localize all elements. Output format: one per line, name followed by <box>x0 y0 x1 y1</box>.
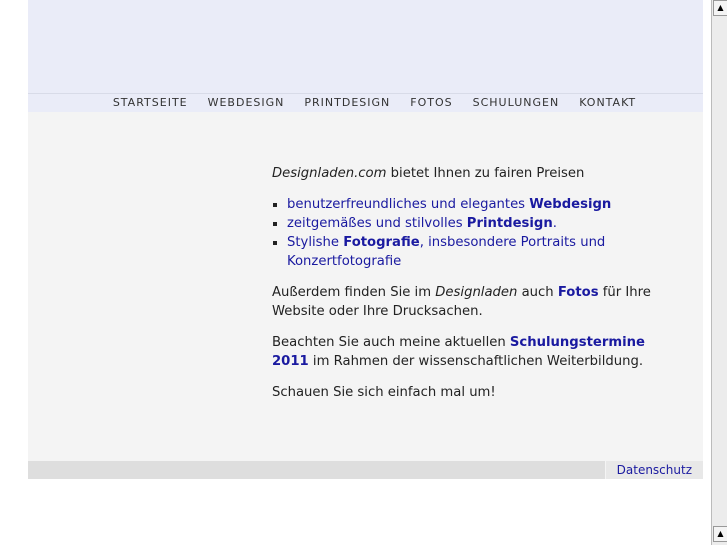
fotografie-link[interactable]: Stylishe Fotografie, insbesondere Portra… <box>287 235 605 269</box>
vertical-scrollbar[interactable]: ▲ ▲ <box>711 0 727 545</box>
intro-text: Designladen.com bietet Ihnen zu fairen P… <box>272 164 652 183</box>
webdesign-link[interactable]: benutzerfreundliches und elegantes Webde… <box>287 197 611 212</box>
nav-webdesign[interactable]: WEBDESIGN <box>208 94 285 112</box>
list-item: Stylishe Fotografie, insbesondere Portra… <box>287 233 652 271</box>
fotos-link[interactable]: Fotos <box>558 285 599 300</box>
closing-text: Schauen Sie sich einfach mal um! <box>272 385 496 400</box>
brand-name: Designladen.com <box>272 166 387 181</box>
list-item: benutzerfreundliches und elegantes Webde… <box>287 195 652 214</box>
nav-printdesign[interactable]: PRINTDESIGN <box>304 94 390 112</box>
fotos-paragraph: Außerdem finden Sie im Designladen auch … <box>272 285 651 319</box>
services-list: benutzerfreundliches und elegantes Webde… <box>272 195 652 271</box>
list-item: zeitgemäßes und stilvolles Printdesign. <box>287 214 652 233</box>
page: STARTSEITE WEBDESIGN PRINTDESIGN FOTOS SCHUL… <box>28 0 703 479</box>
main-content-area: Designladen.com bietet Ihnen zu fairen P… <box>28 112 703 461</box>
period: . <box>552 216 557 231</box>
intro-rest: bietet Ihnen zu fairen Preisen <box>386 166 585 181</box>
schulung-paragraph: Beachten Sie auch meine aktuellen Schulu… <box>272 335 645 369</box>
nav-fotos[interactable]: FOTOS <box>410 94 452 112</box>
nav-startseite[interactable]: STARTSEITE <box>113 94 188 112</box>
scroll-down-button[interactable]: ▲ <box>713 526 727 542</box>
scroll-up-button[interactable]: ▲ <box>713 0 727 16</box>
footer: Datenschutz <box>28 461 703 479</box>
nav-schulungen[interactable]: SCHULUNGEN <box>473 94 560 112</box>
main-navigation: STARTSEITE WEBDESIGN PRINTDESIGN FOTOS SCHUL… <box>28 94 703 112</box>
content: Designladen.com bietet Ihnen zu fairen P… <box>272 164 652 414</box>
nav-kontakt[interactable]: KONTAKT <box>579 94 636 112</box>
header-banner <box>28 0 703 94</box>
datenschutz-link[interactable]: Datenschutz <box>604 461 703 479</box>
printdesign-link[interactable]: zeitgemäßes und stilvolles Printdesign <box>287 216 553 231</box>
